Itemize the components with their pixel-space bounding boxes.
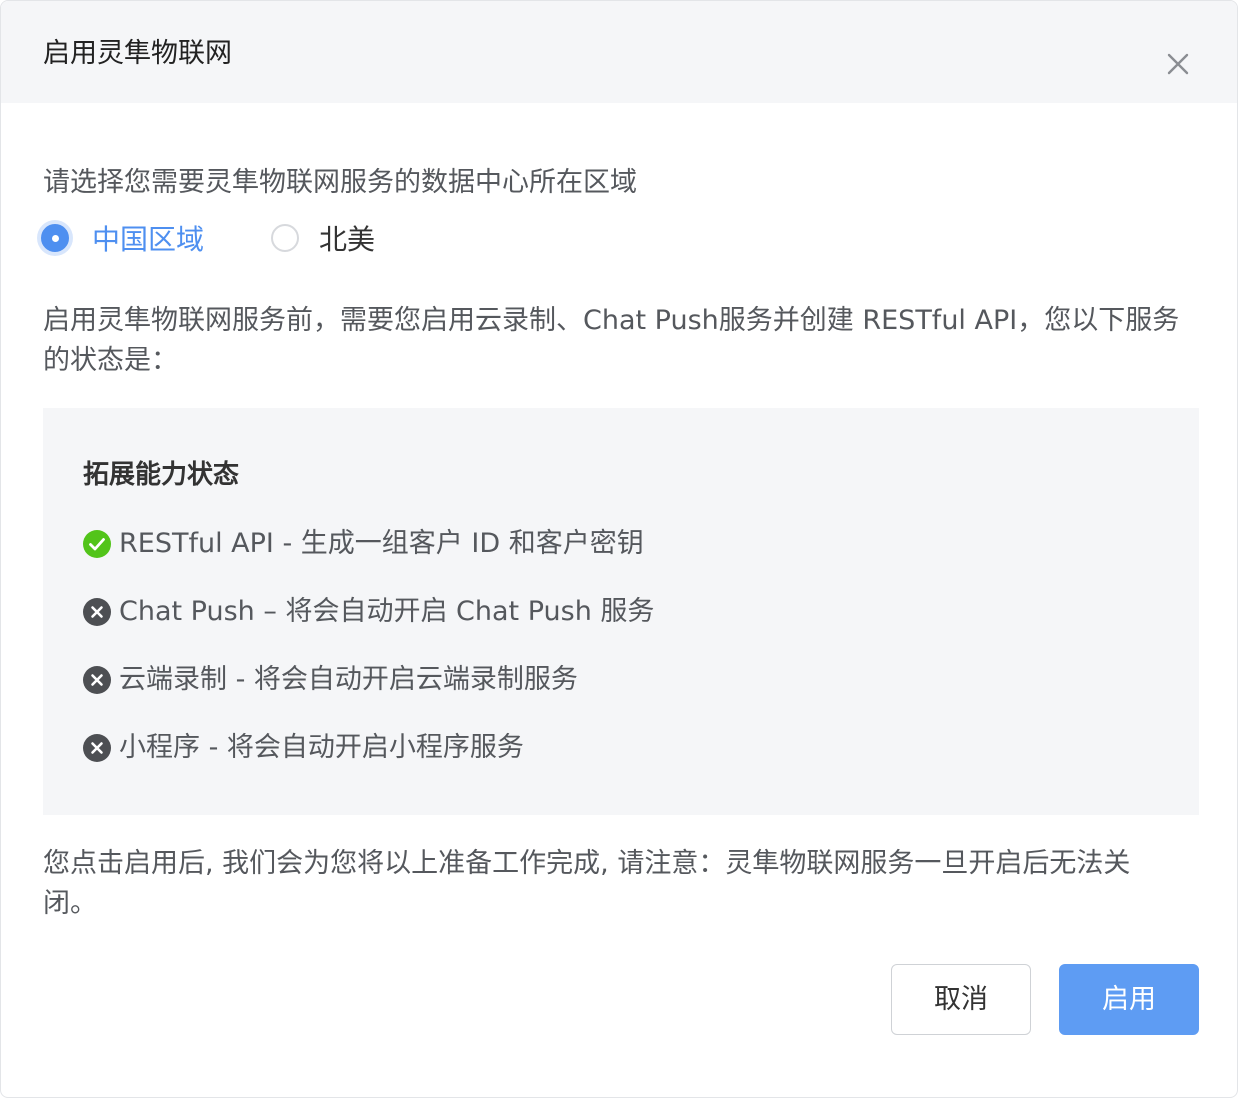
status-panel: 拓展能力状态 RESTful API - 生成一组客户 ID 和客户密钥 Cha… <box>43 408 1199 815</box>
dialog-header: 启用灵隼物联网 <box>1 1 1237 103</box>
service-description: 启用灵隼物联网服务前，需要您启用云录制、Chat Push服务并创建 RESTf… <box>43 305 1180 376</box>
radio-checked-icon[interactable] <box>41 224 69 252</box>
enable-iot-dialog: 启用灵隼物联网 请选择您需要灵隼物联网服务的数据中心所在区域 中国区域 北美 启… <box>0 0 1238 1098</box>
status-panel-title: 拓展能力状态 <box>83 460 240 490</box>
close-icon[interactable] <box>1161 47 1195 81</box>
dialog-title: 启用灵隼物联网 <box>43 38 232 69</box>
enable-button[interactable]: 启用 <box>1059 964 1199 1035</box>
region-option-label: 中国区域 <box>92 223 205 256</box>
status-item-text: 云端录制 - 将会自动开启云端录制服务 <box>119 664 578 695</box>
x-circle-icon <box>83 598 111 626</box>
status-item-text: RESTful API - 生成一组客户 ID 和客户密钥 <box>119 528 644 559</box>
region-prompt: 请选择您需要灵隼物联网服务的数据中心所在区域 <box>43 167 637 198</box>
irreversible-note: 您点击启用后, 我们会为您将以上准备工作完成, 请注意：灵隼物联网服务一旦开启后… <box>43 848 1131 919</box>
cancel-button[interactable]: 取消 <box>891 964 1031 1035</box>
radio-unchecked-icon[interactable] <box>271 224 299 252</box>
x-circle-icon <box>83 666 111 694</box>
x-circle-icon <box>83 734 111 762</box>
region-option-label: 北美 <box>319 223 376 256</box>
status-item-text: 小程序 - 将会自动开启小程序服务 <box>119 732 524 763</box>
check-circle-icon <box>83 530 111 558</box>
status-item-text: Chat Push – 将会自动开启 Chat Push 服务 <box>119 596 655 627</box>
